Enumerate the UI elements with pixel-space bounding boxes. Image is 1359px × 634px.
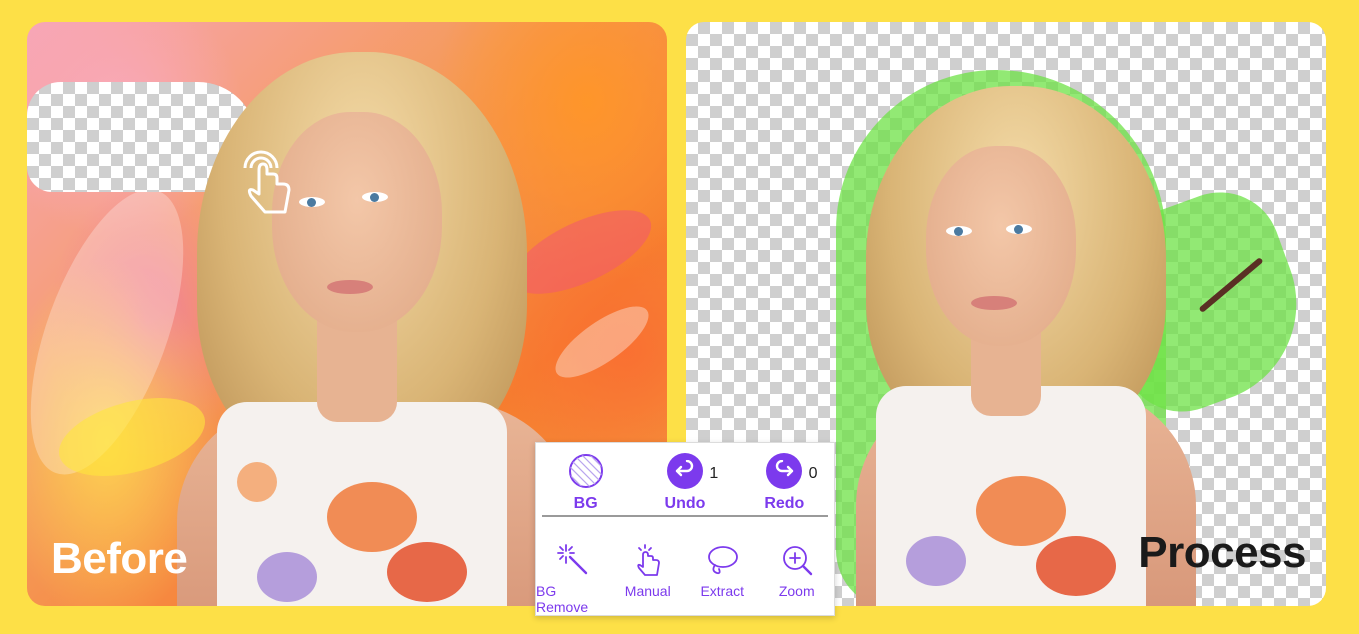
- editor-toolbar: BG 1 Undo 0 Redo BG Remove Manual Extrac…: [535, 442, 835, 616]
- zoom-button[interactable]: Zoom: [760, 543, 835, 605]
- redo-label: Redo: [764, 495, 805, 512]
- process-label: Process: [1138, 528, 1306, 577]
- zoom-in-icon: [780, 543, 814, 577]
- before-label: Before: [51, 534, 188, 583]
- manual-label: Manual: [624, 583, 671, 599]
- redo-icon: [766, 453, 803, 489]
- undo-button[interactable]: 1 Undo: [635, 453, 734, 515]
- toolbar-divider: [542, 515, 828, 517]
- extract-button[interactable]: Extract: [685, 543, 760, 605]
- undo-label: Undo: [664, 495, 706, 512]
- bg-button[interactable]: BG: [536, 453, 635, 515]
- bg-label: BG: [573, 495, 598, 512]
- redo-count: 0: [808, 465, 818, 482]
- manual-button[interactable]: Manual: [611, 543, 686, 605]
- redo-button[interactable]: 0 Redo: [735, 453, 834, 515]
- portrait-before: [177, 42, 597, 606]
- bg-remove-label: BG Remove: [536, 583, 589, 615]
- hand-touch-icon: [239, 150, 299, 220]
- undo-count: 1: [709, 465, 719, 482]
- magic-wand-icon: [556, 543, 590, 577]
- pointer-hand-icon: [631, 543, 665, 577]
- extract-label: Extract: [700, 583, 745, 599]
- undo-icon: [666, 453, 703, 489]
- bg-remove-button[interactable]: BG Remove: [536, 543, 611, 615]
- bg-pattern-icon: [568, 453, 604, 489]
- lasso-icon: [705, 543, 739, 577]
- zoom-label: Zoom: [778, 583, 815, 599]
